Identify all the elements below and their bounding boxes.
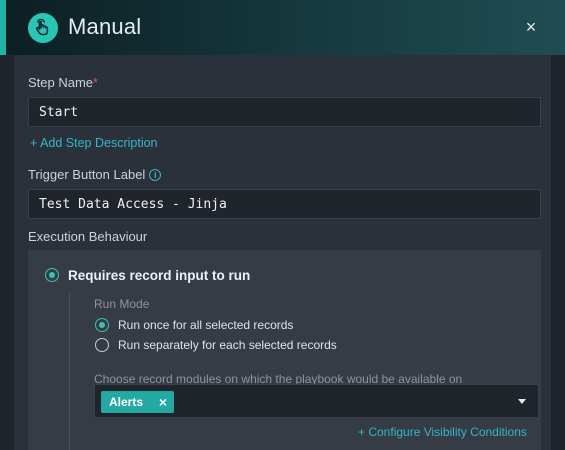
module-tag-label: Alerts	[109, 395, 144, 409]
step-form: Step Name* Start + Add Step Description …	[14, 55, 551, 450]
configure-visibility-link[interactable]: + Configure Visibility Conditions	[358, 425, 527, 439]
panel-title: Manual	[68, 14, 142, 39]
required-mark: *	[93, 75, 99, 90]
step-name-label-text: Step Name	[28, 75, 94, 90]
run-mode-section: Run Mode Run once for all selected recor…	[69, 293, 539, 450]
run-once-label[interactable]: Run once for all selected records	[118, 318, 293, 332]
run-once-radio[interactable]	[95, 318, 109, 332]
requires-input-label[interactable]: Requires record input to run	[68, 268, 250, 283]
run-separately-radio[interactable]	[95, 338, 109, 352]
module-tag: Alerts ×	[101, 391, 174, 413]
panel-header: Manual ×	[0, 0, 565, 55]
close-icon[interactable]: ×	[521, 17, 541, 37]
trigger-button-label: Trigger Button Label i	[28, 167, 162, 182]
execution-behaviour-panel: Requires record input to run Run Mode Ru…	[28, 250, 541, 450]
add-step-description-link[interactable]: + Add Step Description	[30, 136, 158, 150]
trigger-button-input[interactable]: Test Data Access - Jinja	[28, 189, 541, 219]
step-name-input[interactable]: Start	[28, 97, 541, 127]
trigger-button-label-text: Trigger Button Label	[28, 167, 146, 182]
run-mode-label: Run Mode	[94, 297, 150, 311]
execution-behaviour-label: Execution Behaviour	[28, 229, 148, 244]
remove-tag-icon[interactable]: ×	[156, 391, 170, 413]
requires-input-radio[interactable]	[45, 268, 59, 282]
run-separately-label[interactable]: Run separately for each selected records	[118, 338, 337, 352]
modules-select[interactable]: Alerts ×	[94, 384, 539, 418]
info-icon[interactable]: i	[149, 169, 162, 181]
chevron-down-icon[interactable]	[518, 399, 526, 404]
step-name-label: Step Name*	[28, 75, 98, 90]
hand-pointer-icon	[28, 13, 58, 43]
